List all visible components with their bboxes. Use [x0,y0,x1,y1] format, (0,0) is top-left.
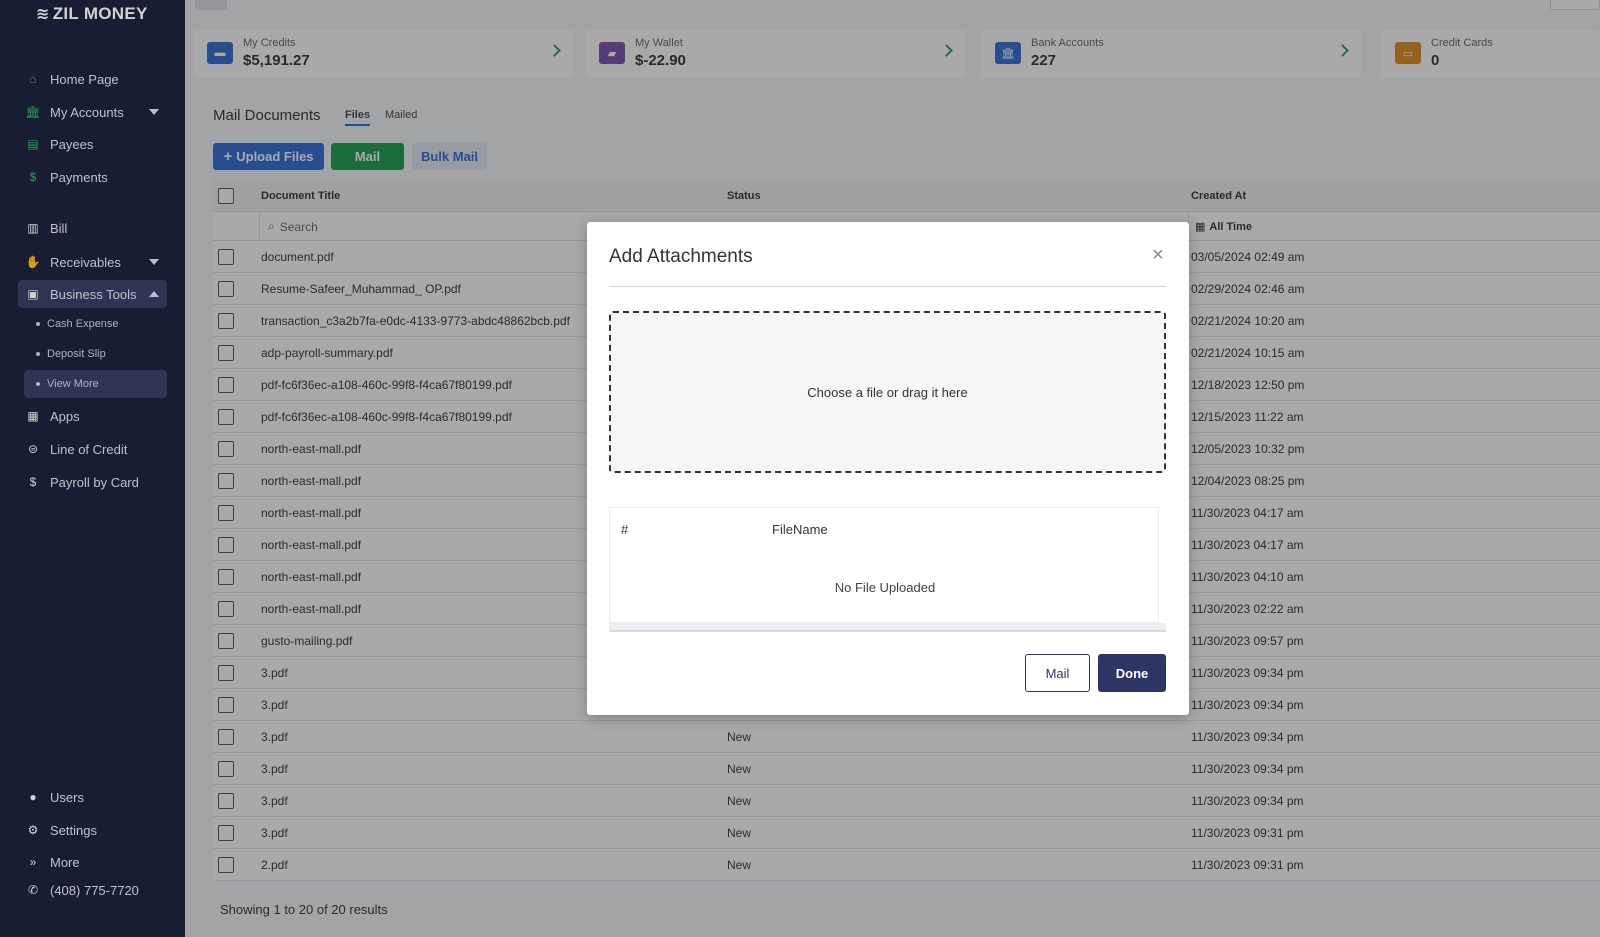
add-attachments-modal: Add Attachments × Choose a file or drag … [587,222,1189,715]
file-dropzone[interactable]: Choose a file or drag it here [609,311,1166,473]
sidebar-dim-overlay [0,0,185,937]
column-header-filename: FileName [772,522,828,537]
uploaded-files-table: # FileName No File Uploaded [609,507,1159,623]
modal-mail-button[interactable]: Mail [1025,654,1090,692]
empty-state: No File Uploaded [834,580,936,595]
divider [609,286,1166,287]
table-scrollbar[interactable] [609,623,1166,632]
column-header-number: # [621,522,629,537]
modal-title: Add Attachments [609,246,753,267]
done-button[interactable]: Done [1098,654,1166,692]
sidebar: ≋ ZIL MONEY ⌂ Home Page 🏛 My Accounts ▤ … [0,0,185,937]
dropzone-label: Choose a file or drag it here [807,384,968,400]
close-icon[interactable]: × [1149,245,1167,265]
